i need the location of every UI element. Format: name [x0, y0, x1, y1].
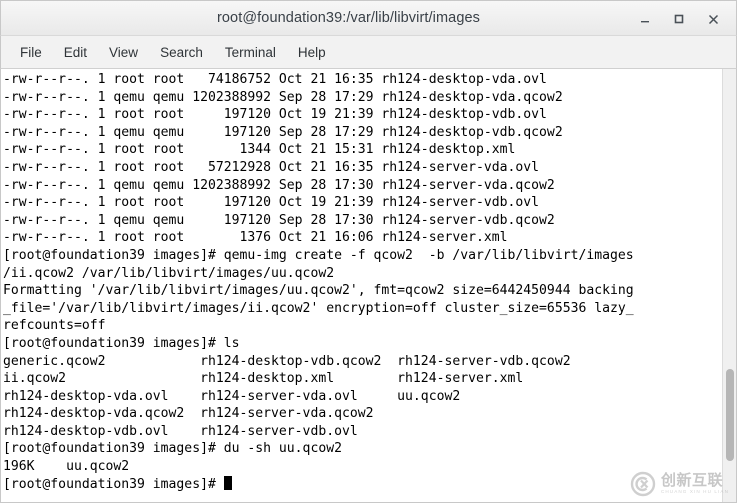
terminal-line: -rw-r--r--. 1 root root 197120 Oct 19 21…	[3, 195, 540, 211]
title-bar[interactable]: root@foundation39:/var/lib/libvirt/image…	[0, 0, 737, 36]
maximize-icon	[673, 13, 685, 25]
terminal-line: /ii.qcow2 /var/lib/libvirt/images/uu.qco…	[3, 265, 335, 281]
close-button[interactable]	[696, 4, 730, 34]
terminal-line: -rw-r--r--. 1 qemu qemu 197120 Sep 28 17…	[3, 212, 555, 228]
maximize-button[interactable]	[662, 4, 696, 34]
window-title: root@foundation39:/var/lib/libvirt/image…	[216, 10, 481, 26]
menu-item-view[interactable]: View	[98, 42, 149, 63]
terminal-line: rh124-desktop-vda.ovl rh124-server-vda.o…	[3, 388, 461, 404]
terminal-line: -rw-r--r--. 1 root root 74186752 Oct 21 …	[3, 72, 547, 87]
terminal-line: rh124-desktop-vda.qcow2 rh124-server-vda…	[3, 406, 374, 422]
window-controls	[628, 1, 730, 37]
terminal-window: root@foundation39:/var/lib/libvirt/image…	[0, 0, 737, 503]
terminal-line: -rw-r--r--. 1 root root 197120 Oct 19 21…	[3, 107, 547, 123]
terminal-line: -rw-r--r--. 1 root root 1376 Oct 21 16:0…	[3, 230, 508, 246]
terminal-line: _file='/var/lib/libvirt/images/ii.qcow2'…	[3, 300, 634, 316]
minimize-icon	[639, 13, 651, 25]
menu-item-help[interactable]: Help	[287, 42, 337, 63]
minimize-button[interactable]	[628, 4, 662, 34]
terminal-line: -rw-r--r--. 1 root root 57212928 Oct 21 …	[3, 159, 540, 175]
terminal-line: Formatting '/var/lib/libvirt/images/uu.q…	[3, 283, 634, 299]
terminal-line: -rw-r--r--. 1 root root 1344 Oct 21 15:3…	[3, 142, 516, 158]
menu-bar: File Edit View Search Terminal Help	[0, 36, 737, 69]
terminal-line: rh124-desktop-vdb.ovl rh124-server-vdb.o…	[3, 423, 358, 439]
terminal-line: -rw-r--r--. 1 qemu qemu 1202388992 Sep 2…	[3, 177, 555, 193]
terminal-line: -rw-r--r--. 1 qemu qemu 197120 Sep 28 17…	[3, 124, 563, 140]
scrollbar-thumb[interactable]	[726, 369, 734, 461]
terminal-output[interactable]: -rw-r--r--. 1 root root 74186752 Oct 21 …	[1, 69, 722, 502]
menu-item-terminal[interactable]: Terminal	[214, 42, 287, 63]
menu-item-search[interactable]: Search	[149, 42, 214, 63]
terminal-line: refcounts=off	[3, 318, 106, 334]
terminal-line: [root@foundation39 images]# ls	[3, 335, 240, 351]
terminal-line: generic.qcow2 rh124-desktop-vdb.qcow2 rh…	[3, 353, 571, 369]
terminal-line: 196K uu.qcow2	[3, 459, 130, 475]
terminal-body-wrap: -rw-r--r--. 1 root root 74186752 Oct 21 …	[0, 69, 737, 503]
terminal-line: -rw-r--r--. 1 qemu qemu 1202388992 Sep 2…	[3, 89, 563, 105]
menu-item-edit[interactable]: Edit	[53, 42, 98, 63]
terminal-line: [root@foundation39 images]# du -sh uu.qc…	[3, 441, 342, 457]
terminal-line: ii.qcow2 rh124-desktop.xml rh124-server.…	[3, 371, 524, 387]
terminal-scrollbar[interactable]	[722, 69, 736, 502]
menu-item-file[interactable]: File	[9, 42, 53, 63]
terminal-cursor	[223, 475, 232, 490]
close-icon	[707, 13, 720, 26]
shell-prompt: [root@foundation39 images]#	[3, 476, 224, 492]
terminal-line: [root@foundation39 images]# qemu-img cre…	[3, 247, 634, 263]
terminal-prompt-line: [root@foundation39 images]#	[3, 475, 722, 494]
